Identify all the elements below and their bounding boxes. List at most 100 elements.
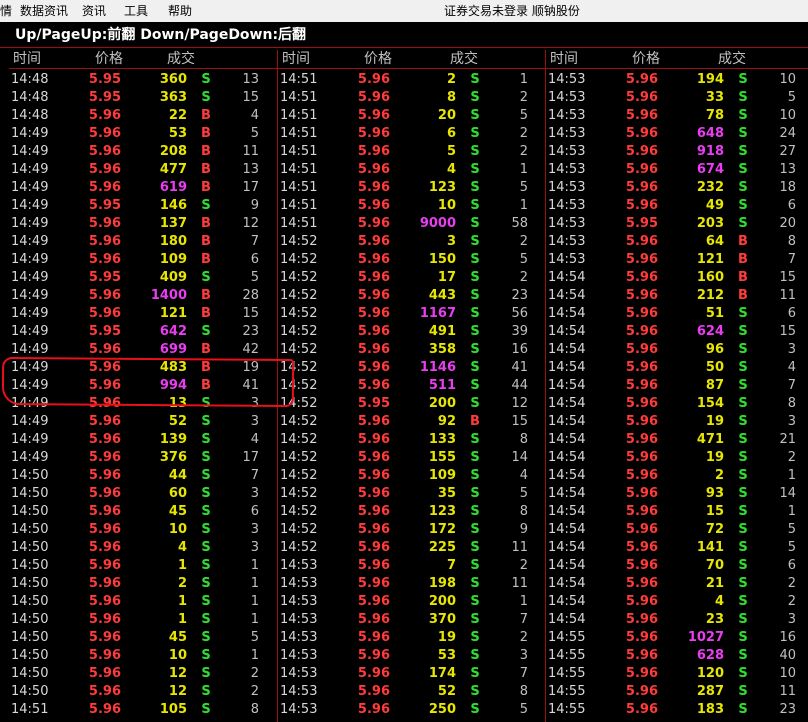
tick-price: 5.96 <box>88 450 121 465</box>
tick-price: 5.95 <box>357 396 390 411</box>
tick-volume: 232 <box>696 180 724 195</box>
tick-price: 5.96 <box>357 90 390 105</box>
tick-time: 14:50 <box>11 486 49 501</box>
tick-side: S <box>738 486 748 501</box>
tick-time: 14:49 <box>11 180 49 195</box>
tick-panel-2[interactable]: 时间 价格 成交 14:51 5.96 2 S 1 14:51 5.96 8 S 2 14:51 5.… <box>278 50 546 722</box>
tick-side: S <box>738 342 748 357</box>
tick-price: 5.96 <box>88 414 121 429</box>
tick-price: 5.96 <box>357 468 390 483</box>
tick-side: S <box>738 540 748 555</box>
tick-price: 5.96 <box>625 126 658 141</box>
tick-side: S <box>470 72 480 87</box>
tick-count: 24 <box>779 126 796 141</box>
menu-item-info[interactable]: 资讯 <box>82 4 106 18</box>
tick-row: 14:53 5.96 19 S 2 <box>278 629 546 647</box>
tick-volume: 624 <box>696 324 724 339</box>
tick-count: 10 <box>779 72 796 87</box>
tick-time: 14:48 <box>11 108 49 123</box>
tick-price: 5.96 <box>357 198 390 213</box>
tick-volume: 10 <box>168 648 187 663</box>
tick-price: 5.96 <box>625 486 658 501</box>
tick-volume: 53 <box>437 648 456 663</box>
tick-count: 13 <box>779 162 796 177</box>
tick-count: 15 <box>779 324 796 339</box>
tick-row: 14:54 5.96 212 B 11 <box>546 287 808 305</box>
tick-price: 5.96 <box>88 144 121 159</box>
tick-time: 14:50 <box>11 540 49 555</box>
tick-price: 5.96 <box>88 108 121 123</box>
tick-row: 14:51 5.96 6 S 2 <box>278 125 546 143</box>
tick-price: 5.96 <box>88 306 121 321</box>
tick-volume: 6 <box>446 126 456 141</box>
tick-price: 5.96 <box>625 198 658 213</box>
tick-side: S <box>470 126 480 141</box>
tick-side: S <box>201 270 211 285</box>
tick-panel-3[interactable]: 时间 价格 成交 14:53 5.96 194 S 10 14:53 5.96 33 S 5 14:… <box>546 50 808 722</box>
tick-row: 14:51 5.96 2 S 1 <box>278 71 546 89</box>
tick-price: 5.96 <box>357 270 390 285</box>
tick-row: 14:53 5.96 78 S 10 <box>546 107 808 125</box>
tick-volume: 208 <box>159 144 187 159</box>
panel-header: 时间 价格 成交 <box>9 50 277 68</box>
tick-rows: 14:51 5.96 2 S 1 14:51 5.96 8 S 2 14:51 5.96 20 S 5 14:… <box>278 71 546 719</box>
tick-time: 14:54 <box>548 414 586 429</box>
tick-side: S <box>470 378 480 393</box>
tick-row: 14:49 5.95 642 S 23 <box>9 323 277 341</box>
tick-price: 5.96 <box>625 702 658 717</box>
tick-price: 5.96 <box>88 504 121 519</box>
tick-side: S <box>201 612 211 627</box>
paging-hint: Up/PageUp:前翻 Down/PageDown:后翻 <box>15 27 307 43</box>
tick-time: 14:54 <box>548 288 586 303</box>
tick-count: 17 <box>242 450 259 465</box>
menu-item-data-info[interactable]: 数据资讯 <box>20 4 68 18</box>
tick-volume: 92 <box>437 414 456 429</box>
tick-side: S <box>738 666 748 681</box>
tick-row: 14:53 5.95 203 S 20 <box>546 215 808 233</box>
tick-row: 14:49 5.96 53 B 5 <box>9 125 277 143</box>
tick-side: B <box>470 414 480 429</box>
tick-volume: 409 <box>159 270 187 285</box>
menu-item-help[interactable]: 帮助 <box>168 4 192 18</box>
menu-item-tools[interactable]: 工具 <box>124 4 148 18</box>
tick-volume: 200 <box>428 594 456 609</box>
tick-volume: 4 <box>446 162 456 177</box>
divider <box>9 68 277 69</box>
tick-time: 14:52 <box>280 396 318 411</box>
tick-price: 5.96 <box>357 360 390 375</box>
tick-volume: 642 <box>159 324 187 339</box>
tick-price: 5.96 <box>625 90 658 105</box>
tick-time: 14:54 <box>548 396 586 411</box>
tick-volume: 1 <box>177 594 187 609</box>
tick-row: 14:53 5.96 250 S 5 <box>278 701 546 719</box>
tick-side: S <box>738 594 748 609</box>
tick-price: 5.96 <box>625 306 658 321</box>
tick-volume: 5 <box>446 144 456 159</box>
tick-row: 14:49 5.96 376 S 17 <box>9 449 277 467</box>
tick-count: 39 <box>511 324 528 339</box>
tick-count: 6 <box>787 306 796 321</box>
tick-time: 14:49 <box>11 252 49 267</box>
tick-time: 14:52 <box>280 252 318 267</box>
tick-side: S <box>738 198 748 213</box>
tick-time: 14:49 <box>11 378 49 393</box>
tick-price: 5.96 <box>357 252 390 267</box>
tick-count: 15 <box>242 90 259 105</box>
tick-side: S <box>470 432 480 447</box>
tick-time: 14:51 <box>11 702 49 717</box>
tick-volume: 123 <box>428 504 456 519</box>
tick-panel-1[interactable]: 时间 价格 成交 14:48 5.95 360 S 13 14:48 5.95 363 S 15 1… <box>9 50 277 722</box>
tick-volume: 15 <box>705 504 724 519</box>
tick-time: 14:54 <box>548 342 586 357</box>
tick-count: 1 <box>250 612 259 627</box>
tick-side: S <box>201 198 211 213</box>
tick-time: 14:53 <box>548 144 586 159</box>
tick-side: S <box>470 648 480 663</box>
tick-side: S <box>201 540 211 555</box>
tick-count: 21 <box>779 432 796 447</box>
tick-time: 14:54 <box>548 450 586 465</box>
tick-price: 5.96 <box>88 702 121 717</box>
menu-item-qing[interactable]: 情 <box>0 4 12 18</box>
tick-price: 5.96 <box>357 432 390 447</box>
tick-row: 14:53 5.96 648 S 24 <box>546 125 808 143</box>
